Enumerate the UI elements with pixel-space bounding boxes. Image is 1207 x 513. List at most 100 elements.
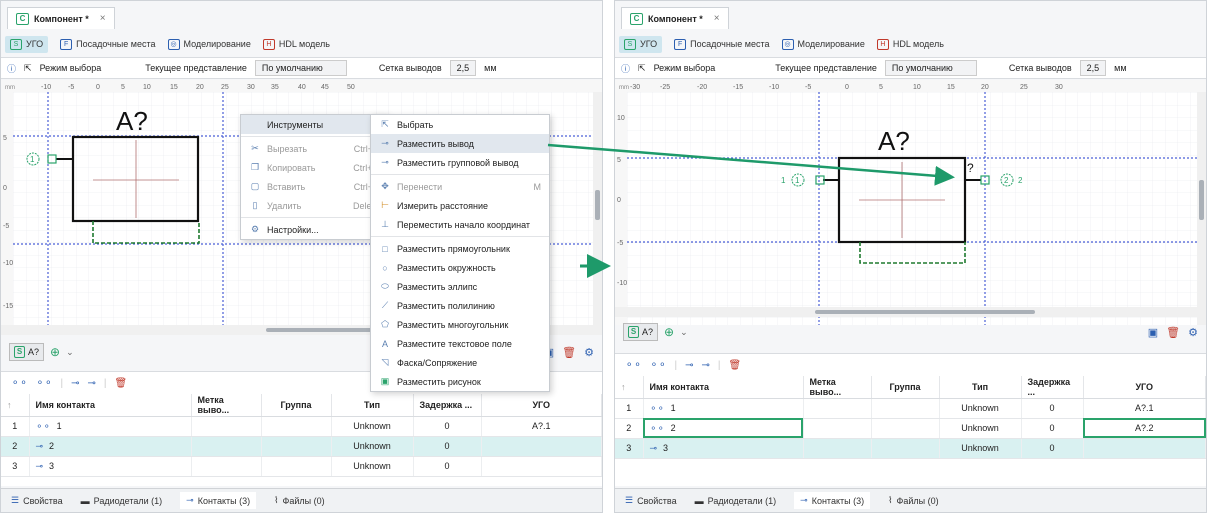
menu-item-paste[interactable]: ▢ Вставить Ctrl+V bbox=[241, 177, 387, 196]
menu-item-place-pin[interactable]: ⊸ Разместить вывод bbox=[371, 134, 549, 153]
menu-item-place-group-pin[interactable]: ⊸ Разместить групповой вывод bbox=[371, 153, 549, 172]
copy-icon[interactable]: ▣ bbox=[1148, 326, 1158, 339]
menu-item-measure[interactable]: ⊢ Измерить расстояние bbox=[371, 196, 549, 215]
menu-item-move-origin[interactable]: ⊥ Переместить начало координат bbox=[371, 215, 549, 234]
menu-item-chamfer[interactable]: ◹ Фаска/Сопряжение bbox=[371, 353, 549, 372]
menu-item-text[interactable]: A Разместите текстовое поле bbox=[371, 334, 549, 353]
pin-type[interactable]: Unknown bbox=[939, 418, 1022, 439]
tab-files[interactable]: ⌇ Файлы (0) bbox=[274, 495, 325, 506]
horizontal-scrollbar[interactable] bbox=[615, 307, 1206, 317]
info-icon[interactable]: ⓘ bbox=[621, 62, 630, 75]
pin-type[interactable]: Unknown bbox=[939, 398, 1022, 419]
pin-label[interactable] bbox=[803, 398, 872, 419]
pin-label[interactable] bbox=[803, 438, 872, 459]
delete-icon[interactable]: 🗑 bbox=[562, 346, 576, 359]
pin-delay[interactable]: 0 bbox=[413, 436, 482, 457]
move-up-icon[interactable]: ⊸ bbox=[88, 378, 96, 389]
representation-select[interactable]: По умолчанию bbox=[884, 60, 977, 76]
column-header[interactable]: УГО bbox=[481, 394, 602, 417]
pin-name[interactable]: ⊸ 3 bbox=[29, 456, 192, 477]
menu-item-rectangle[interactable]: □ Разместить прямоугольник bbox=[371, 239, 549, 258]
pin-delay[interactable]: 0 bbox=[1021, 438, 1084, 459]
gear-icon[interactable]: ⚙ bbox=[1188, 326, 1198, 339]
table-row[interactable]: 2 ⚬⚬ 2 Unknown 0 A?.2 bbox=[615, 418, 1206, 439]
close-icon[interactable]: × bbox=[100, 13, 106, 24]
column-header[interactable]: Задержка ... bbox=[413, 394, 482, 417]
tab-contacts[interactable]: ⊸ Контакты (3) bbox=[794, 492, 871, 509]
gear-icon[interactable]: ⚙ bbox=[584, 346, 594, 359]
document-tab[interactable]: C Компонент * × bbox=[621, 7, 729, 29]
pin-ugo[interactable]: A?.1 bbox=[481, 416, 602, 437]
sort-icon[interactable]: ↑ bbox=[1, 394, 30, 417]
move-up-icon[interactable]: ⊸ bbox=[702, 360, 710, 371]
grid-step-input[interactable]: 2,5 bbox=[449, 60, 477, 76]
mode-label[interactable]: Режим выбора bbox=[654, 63, 716, 73]
tab-modeling[interactable]: ◎ Моделирование bbox=[167, 38, 251, 50]
sort-icon[interactable]: ↑ bbox=[615, 376, 644, 399]
table-row[interactable]: 2 ⊸ 2 Unknown 0 bbox=[1, 436, 602, 457]
pin-delay[interactable]: 0 bbox=[413, 416, 482, 437]
table-row[interactable]: 1 ⚬⚬ 1 Unknown 0 A?.1 bbox=[615, 398, 1206, 419]
pin-group[interactable] bbox=[871, 438, 940, 459]
tab-footprints[interactable]: F Посадочные места bbox=[60, 38, 156, 50]
table-row[interactable]: 3 ⊸ 3 Unknown 0 bbox=[1, 456, 602, 477]
menu-item-select[interactable]: ⇱ Выбрать bbox=[371, 115, 549, 134]
move-icon[interactable]: ⊸ bbox=[71, 378, 79, 389]
pin-delay[interactable]: 0 bbox=[413, 456, 482, 477]
pin-group[interactable] bbox=[871, 398, 940, 419]
add-group-icon[interactable]: ⚬⚬ bbox=[650, 360, 667, 371]
unit-select[interactable]: мм bbox=[484, 63, 496, 73]
ref-select[interactable]: S A? bbox=[9, 343, 45, 361]
info-icon[interactable]: ⓘ bbox=[7, 62, 16, 75]
grid-step-input[interactable]: 2,5 bbox=[1079, 60, 1107, 76]
pin-name[interactable]: ⊸ 2 bbox=[29, 436, 192, 457]
column-header[interactable]: Группа bbox=[261, 394, 332, 417]
menu-item-cut[interactable]: ✂ Вырезать Ctrl+X bbox=[241, 139, 387, 158]
add-pin-icon[interactable]: ⚬⚬ bbox=[625, 360, 642, 371]
tab-properties[interactable]: ☰ Свойства bbox=[11, 495, 63, 506]
column-header[interactable]: Задержка ... bbox=[1021, 376, 1084, 399]
pin-ugo[interactable] bbox=[1083, 438, 1206, 459]
pin-label[interactable] bbox=[191, 436, 262, 457]
column-header[interactable]: Имя контакта bbox=[29, 394, 192, 417]
delete-icon[interactable]: 🗑 bbox=[729, 360, 742, 371]
pin-delay[interactable]: 0 bbox=[1021, 398, 1084, 419]
pin-name[interactable]: ⊸ 3 bbox=[643, 438, 804, 459]
mode-label[interactable]: Режим выбора bbox=[40, 63, 102, 73]
pin-name[interactable]: ⚬⚬ 1 bbox=[29, 416, 192, 437]
pin-ugo[interactable] bbox=[481, 436, 602, 457]
schematic-canvas[interactable]: mm -30 -25 -20 -15 -10 -5 0 5 10 15 20 25 30 10 5 0 -5 -… bbox=[615, 80, 1206, 325]
menu-item-circle[interactable]: ○ Разместить окружность bbox=[371, 258, 549, 277]
column-header[interactable]: Тип bbox=[939, 376, 1022, 399]
column-header[interactable]: УГО bbox=[1083, 376, 1206, 399]
unit-select[interactable]: мм bbox=[1114, 63, 1126, 73]
column-header[interactable]: Метка выво... bbox=[803, 376, 872, 399]
pin-ugo[interactable]: A?.1 bbox=[1083, 398, 1206, 419]
move-icon[interactable]: ⊸ bbox=[685, 360, 693, 371]
column-header[interactable]: Группа bbox=[871, 376, 940, 399]
add-group-icon[interactable]: ⚬⚬ bbox=[36, 378, 53, 389]
pin-delay[interactable]: 0 bbox=[1021, 418, 1084, 439]
menu-item-image[interactable]: ▣ Разместить рисунок bbox=[371, 372, 549, 391]
tab-properties[interactable]: ☰ Свойства bbox=[625, 495, 677, 506]
representation-select[interactable]: По умолчанию bbox=[254, 60, 347, 76]
column-header[interactable]: Имя контакта bbox=[643, 376, 804, 399]
menu-item-move[interactable]: ✥ Перенести M bbox=[371, 177, 549, 196]
tab-contacts[interactable]: ⊸ Контакты (3) bbox=[180, 492, 257, 509]
pin-type[interactable]: Unknown bbox=[331, 456, 414, 477]
menu-item-copy[interactable]: ❐ Копировать Ctrl+C bbox=[241, 158, 387, 177]
add-icon[interactable]: ⊕ bbox=[664, 325, 674, 339]
pin-group[interactable] bbox=[261, 456, 332, 477]
pin-ugo[interactable]: A?.2 bbox=[1083, 418, 1206, 439]
menu-item-ellipse[interactable]: ⬭ Разместить эллипс bbox=[371, 277, 549, 296]
table-row[interactable]: 1 ⚬⚬ 1 Unknown 0 A?.1 bbox=[1, 416, 602, 437]
pin-type[interactable]: Unknown bbox=[331, 416, 414, 437]
tab-parts[interactable]: ▬ Радиодетали (1) bbox=[81, 496, 163, 506]
pin-type[interactable]: Unknown bbox=[939, 438, 1022, 459]
pin-type[interactable]: Unknown bbox=[331, 436, 414, 457]
menu-item-settings[interactable]: ⚙ Настройки... bbox=[241, 220, 387, 239]
chevron-down-icon[interactable]: ⌄ bbox=[66, 347, 74, 358]
chevron-down-icon[interactable]: ⌄ bbox=[680, 327, 688, 338]
tab-ugo[interactable]: S УГО bbox=[619, 35, 663, 53]
column-header[interactable]: Тип bbox=[331, 394, 414, 417]
